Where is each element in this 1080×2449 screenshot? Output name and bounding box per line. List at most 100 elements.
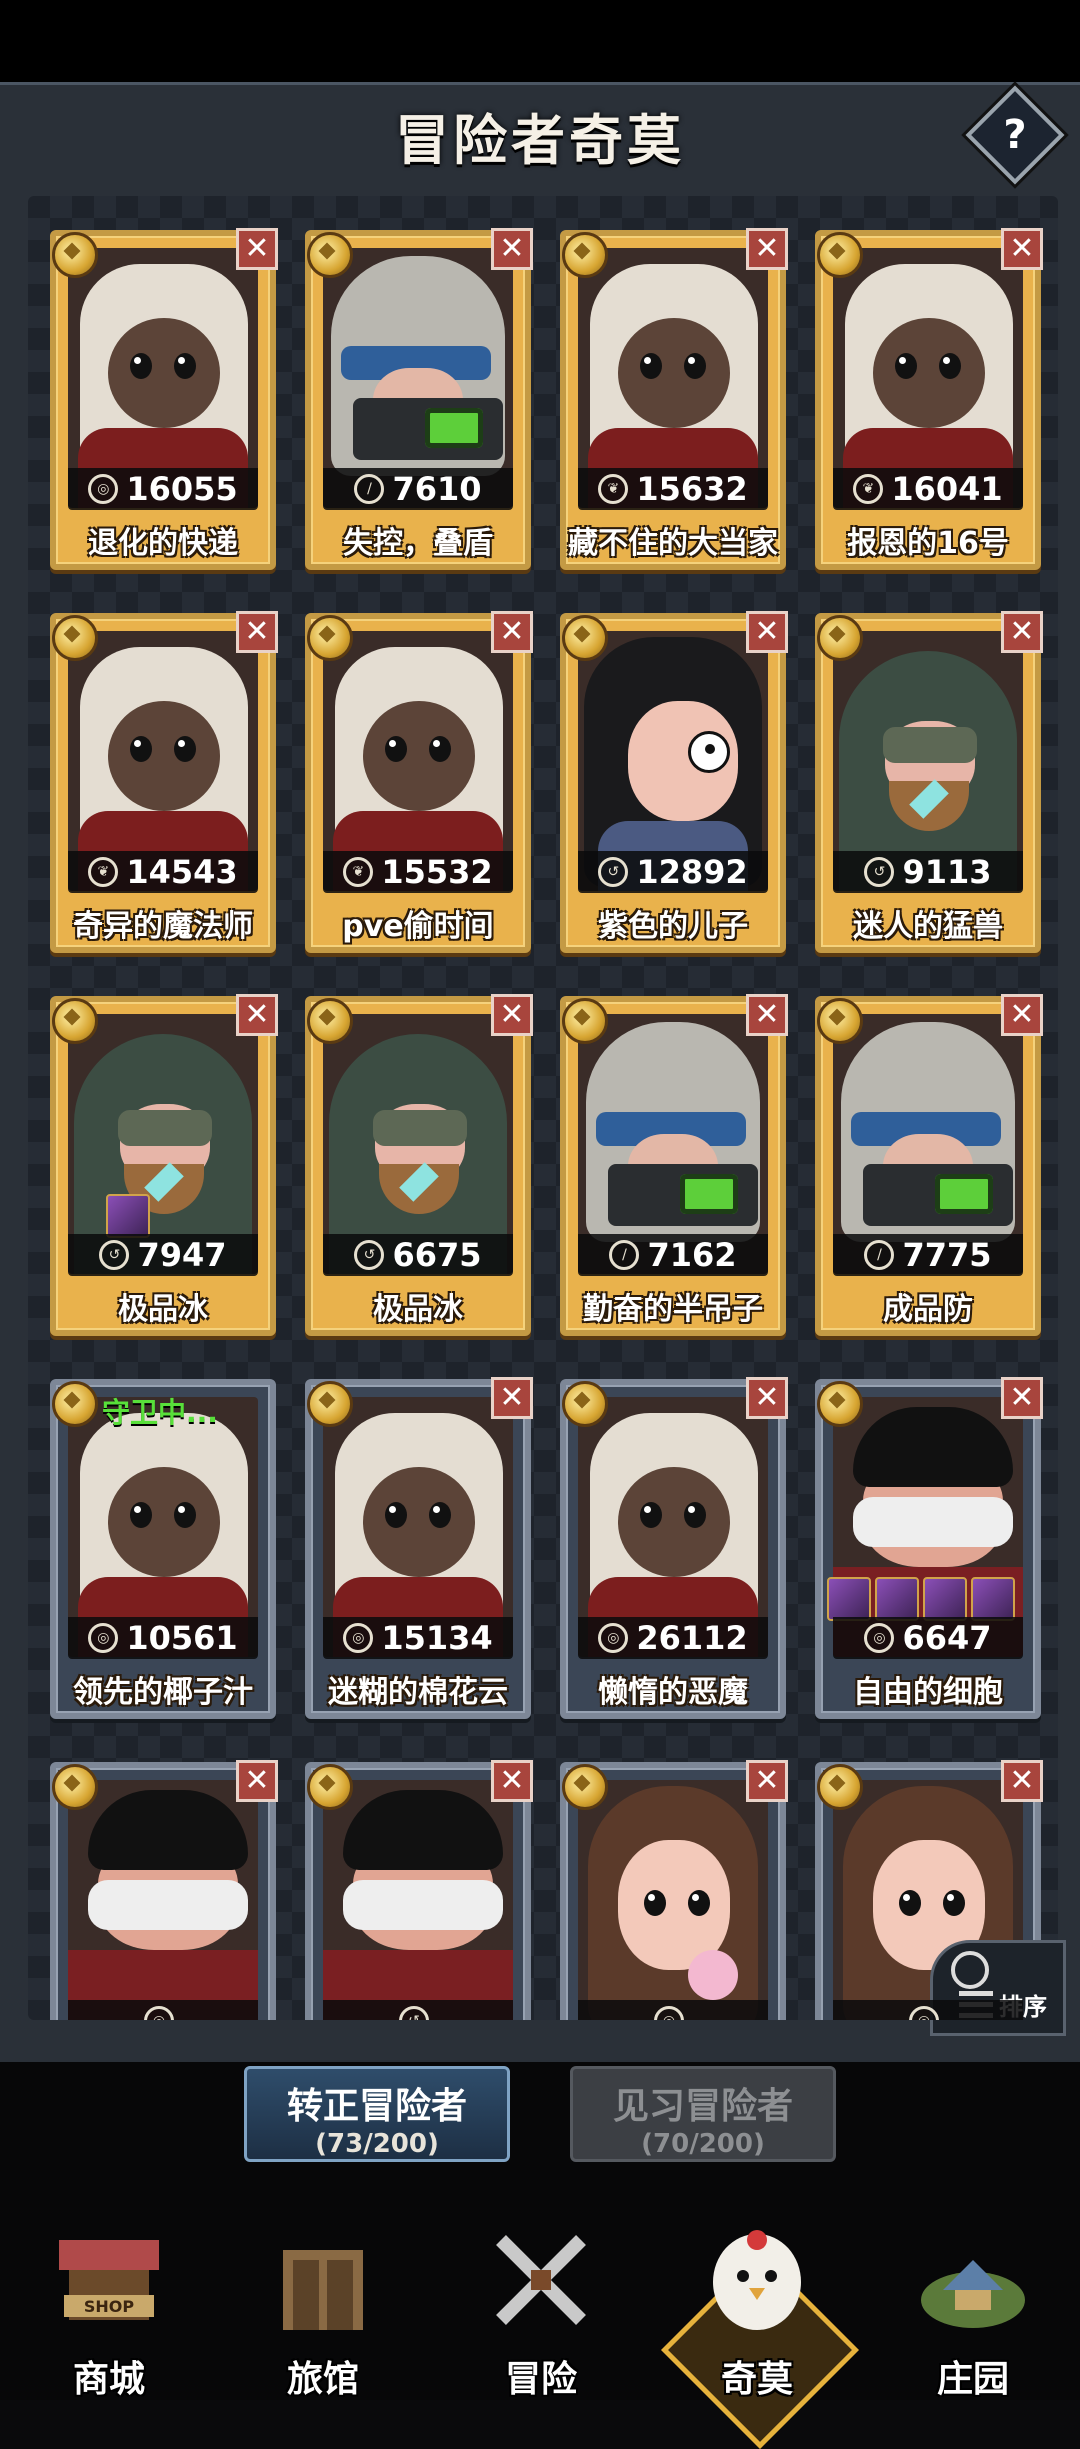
nav-tavern[interactable]: 旅馆 (238, 2210, 408, 2400)
power-badge: /7610 (323, 468, 513, 510)
adventurer-name: 退化的快递 (88, 526, 238, 561)
close-icon[interactable]: ✕ (491, 611, 533, 653)
adventurer-name: 紫色的儿子 (598, 909, 748, 944)
close-icon[interactable]: ✕ (746, 994, 788, 1036)
tab-count: (70/200) (641, 2129, 765, 2159)
adventurer-card[interactable]: 守卫中... ◎ 10561 领先的椰子汁 (50, 1379, 276, 1719)
target-icon: ◎ (864, 1623, 895, 1653)
close-icon[interactable]: ✕ (1001, 611, 1043, 653)
adventurer-name: 奇异的魔法师 (73, 909, 253, 944)
adventurer-card[interactable]: ✕ ◎ 15134 迷糊的棉花云 (305, 1377, 533, 1719)
adventurer-name: 失控，叠盾 (343, 526, 493, 561)
power-badge: /7775 (833, 1234, 1023, 1276)
power-value: 7610 (392, 470, 482, 508)
shop-icon: SHOP (59, 2240, 159, 2320)
staff-icon: ↺ (354, 1240, 385, 1270)
medal-icon (52, 998, 98, 1044)
tavern-icon (283, 2250, 363, 2330)
medal-icon (52, 615, 98, 661)
target-icon: ◎ (88, 474, 119, 504)
power-badge: ◎ 15134 (323, 1617, 513, 1659)
close-icon[interactable]: ✕ (1001, 994, 1043, 1036)
close-icon[interactable]: ✕ (236, 1760, 278, 1802)
adventurer-card[interactable]: ✕ ❦ 16041 报恩的16号 (815, 228, 1043, 570)
nav-shop[interactable]: SHOP 商城 (24, 2210, 194, 2400)
close-icon[interactable]: ✕ (1001, 1377, 1043, 1419)
nav-adventure[interactable]: 冒险 (456, 2210, 626, 2400)
medal-icon (307, 1764, 353, 1810)
adventurer-card[interactable]: ✕ ↺ 6675 极品冰 (305, 994, 533, 1336)
close-icon[interactable]: ✕ (491, 228, 533, 270)
equipment-slots (827, 1577, 1015, 1621)
medal-icon (562, 1764, 608, 1810)
equipment-item-icon (875, 1577, 919, 1621)
adventurer-name: 勤奋的半吊子 (583, 1292, 763, 1327)
adventurer-card[interactable]: ✕ ❦ 14543 奇异的魔法师 (50, 611, 278, 953)
nav-chimo[interactable]: 奇莫 (661, 2210, 859, 2449)
close-icon[interactable]: ✕ (746, 1377, 788, 1419)
close-icon[interactable]: ✕ (491, 994, 533, 1036)
adventurer-name: 藏不住的大当家 (568, 526, 778, 561)
close-icon[interactable]: ✕ (1001, 1760, 1043, 1802)
power-badge: ◎ 26112 (578, 1617, 768, 1659)
adventurer-card[interactable]: ✕ ↺ 12892 紫色的儿子 (560, 611, 788, 953)
medal-icon (562, 1381, 608, 1427)
nav-manor[interactable]: 庄园 (888, 2210, 1058, 2400)
crossed-swords-icon (496, 2235, 586, 2325)
tab-trainee-adventurers[interactable]: 见习冒险者 (70/200) (570, 2066, 836, 2162)
power-value: 26112 (636, 1619, 748, 1657)
adventurer-card[interactable]: ✕ ↺ 7947 极品冰 (50, 994, 278, 1336)
power-value: 7162 (647, 1236, 737, 1274)
close-icon[interactable]: ✕ (491, 1760, 533, 1802)
sword-icon: / (609, 1240, 640, 1270)
adventurer-card[interactable]: ✕◎ (50, 1760, 278, 2020)
adventurer-card[interactable]: ✕ ❦ 15632 藏不住的大当家 (560, 228, 788, 570)
guarding-status: 守卫中... (102, 1396, 218, 1429)
equipment-item-icon (971, 1577, 1015, 1621)
medal-icon (817, 615, 863, 661)
adventurer-grid[interactable]: ✕ ◎ 16055 退化的快递 ✕/7610 失控，叠盾 ✕ ❦ 15632 藏不住的大当家 ✕ ❦ 1… (28, 196, 1058, 2020)
adventurer-card[interactable]: ✕↺ (305, 1760, 533, 2020)
close-icon[interactable]: ✕ (746, 228, 788, 270)
adventurer-card[interactable]: ✕ /7610 失控，叠盾 (305, 228, 533, 570)
close-icon[interactable]: ✕ (746, 611, 788, 653)
adventurer-card[interactable]: ✕ /7775 成品防 (815, 994, 1043, 1336)
medal-icon (817, 1764, 863, 1810)
adventurer-card[interactable]: ✕ ❦ 15532 pve偷时间 (305, 611, 533, 953)
close-icon[interactable]: ✕ (491, 1377, 533, 1419)
adventurer-card[interactable]: ✕ ◎ 6647 自由的细胞 (815, 1377, 1043, 1719)
power-badge: ◎ 6647 (833, 1617, 1023, 1659)
target-icon: ◎ (654, 2006, 684, 2020)
target-icon: ◎ (598, 1623, 629, 1653)
close-icon[interactable]: ✕ (236, 611, 278, 653)
sort-button[interactable]: 排序 (930, 1940, 1066, 2036)
power-badge: ❦ 16041 (833, 468, 1023, 510)
equipment-item-icon (923, 1577, 967, 1621)
tab-regular-adventurers[interactable]: 转正冒险者 (73/200) (244, 2066, 510, 2162)
power-value: 16055 (126, 470, 238, 508)
power-badge: ↺ (323, 2000, 513, 2020)
adventurer-card[interactable]: ✕ ◎ 16055 退化的快递 (50, 228, 278, 570)
adventurer-card[interactable]: ✕ ↺ 9113 迷人的猛兽 (815, 611, 1043, 953)
medal-icon (562, 998, 608, 1044)
power-badge: ↺ 7947 (68, 1234, 258, 1276)
medal-icon (52, 1381, 98, 1427)
nav-label: 冒险 (504, 2359, 577, 2400)
staff-icon: ↺ (399, 2006, 429, 2020)
adventurer-card[interactable]: ✕◎ (560, 1760, 788, 2020)
adventurer-portrait (68, 1780, 258, 2020)
adventurer-name: 迷糊的棉花云 (328, 1675, 508, 1710)
leaf-icon: ❦ (343, 857, 374, 887)
power-badge: ◎ (578, 2000, 768, 2020)
medal-icon (562, 232, 608, 278)
adventurer-card[interactable]: ✕ ◎ 26112 懒惰的恶魔 (560, 1377, 788, 1719)
close-icon[interactable]: ✕ (746, 1760, 788, 1802)
svg-text:SHOP: SHOP (84, 2297, 135, 2316)
close-icon[interactable]: ✕ (1001, 228, 1043, 270)
close-icon[interactable]: ✕ (236, 994, 278, 1036)
close-icon[interactable]: ✕ (236, 228, 278, 270)
adventurer-card[interactable]: ✕ /7162 勤奋的半吊子 (560, 994, 788, 1336)
power-badge: ❦ 14543 (68, 851, 258, 893)
power-badge: ❦ 15532 (323, 851, 513, 893)
power-badge: ↺ 12892 (578, 851, 768, 893)
